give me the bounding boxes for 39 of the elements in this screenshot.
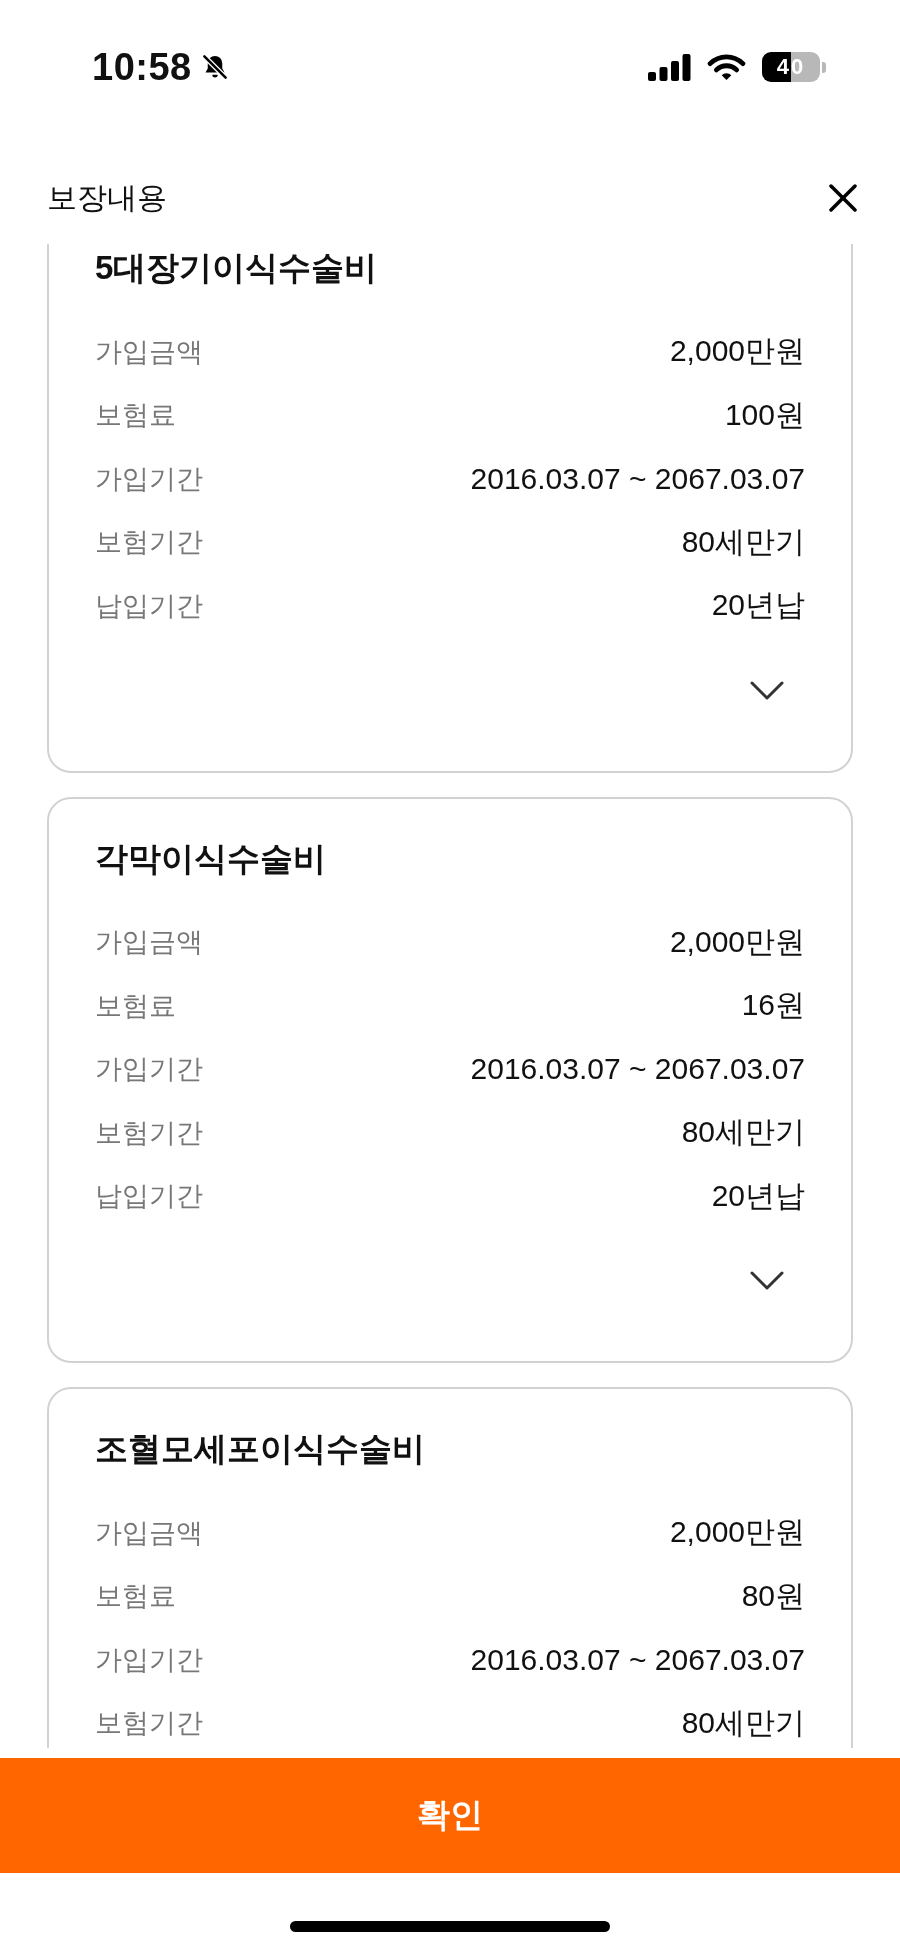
field-value: 80세만기	[681, 1114, 805, 1151]
chevron-down-icon[interactable]	[750, 1271, 784, 1291]
field-label: 가입금액	[95, 335, 203, 369]
field-value: 2,000만원	[669, 923, 805, 960]
field-label: 보험기간	[95, 1116, 203, 1150]
coverage-title: 5대장기이식수술비	[95, 248, 379, 288]
field-label: 납입기간	[95, 589, 203, 623]
field-value: 100원	[724, 396, 805, 433]
field-value: 2,000만원	[669, 1514, 805, 1551]
field-value: 80원	[741, 1577, 805, 1614]
field-label: 가입금액	[95, 1516, 203, 1550]
field-value: 2,000만원	[669, 333, 805, 370]
coverage-title: 조혈모세포이식수술비	[95, 1429, 426, 1469]
field-value: 80세만기	[681, 1704, 805, 1741]
wifi-icon	[707, 53, 746, 81]
field-label: 납입기간	[95, 1180, 203, 1214]
signal-icon	[648, 53, 691, 81]
field-label: 보험기간	[95, 526, 203, 560]
field-label: 가입기간	[95, 1643, 203, 1677]
field-label: 가입기간	[95, 462, 203, 496]
field-label: 가입기간	[95, 1053, 203, 1087]
field-value: 20년납	[711, 1177, 805, 1214]
field-label: 보험료	[95, 399, 176, 433]
coverage-title: 각막이식수술비	[95, 838, 327, 879]
status-time: 10:58	[92, 48, 192, 86]
field-label: 보험료	[95, 1580, 176, 1614]
confirm-button[interactable]: 확인	[0, 1758, 900, 1873]
field-label: 보험기간	[95, 1707, 203, 1741]
close-icon[interactable]	[829, 184, 857, 212]
header-title: 보장내용	[47, 180, 167, 216]
field-value: 80세만기	[681, 523, 805, 560]
field-value: 2016.03.07 ~ 2067.03.07	[470, 1642, 805, 1677]
field-label: 보험료	[95, 989, 176, 1023]
chevron-down-icon[interactable]	[750, 680, 784, 701]
field-value: 20년납	[711, 587, 805, 624]
field-value: 2016.03.07 ~ 2067.03.07	[470, 461, 805, 496]
field-label: 가입금액	[95, 926, 203, 960]
field-value: 2016.03.07 ~ 2067.03.07	[470, 1052, 805, 1087]
field-value: 16원	[741, 987, 805, 1024]
